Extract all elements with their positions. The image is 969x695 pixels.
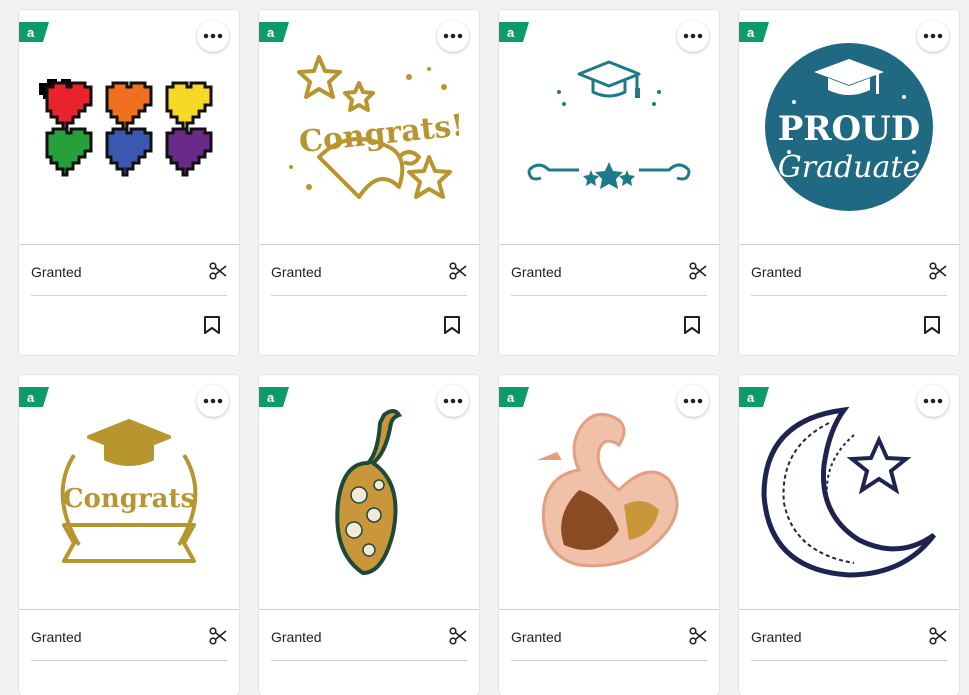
design-card[interactable]: a Granted: [499, 375, 719, 695]
access-a-icon: a: [739, 22, 769, 42]
card-divider: [259, 609, 479, 610]
access-label: Granted: [271, 629, 322, 645]
card-divider: [271, 660, 467, 661]
bookmark-icon[interactable]: [443, 315, 461, 335]
svg-text:a: a: [747, 390, 755, 405]
card-divider: [19, 244, 239, 245]
pixel-hearts-image: [39, 79, 213, 177]
card-divider: [19, 609, 239, 610]
more-icon: [923, 33, 943, 39]
scissors-icon: [689, 262, 707, 280]
card-divider: [271, 295, 467, 296]
access-a-icon: a: [259, 387, 289, 407]
svg-text:a: a: [747, 25, 755, 40]
design-grid: a Granted Congrats! a Granted a Granted …: [0, 0, 969, 695]
scissors-icon: [449, 262, 467, 280]
design-card[interactable]: Congrats a Granted: [19, 375, 239, 695]
congrats-stars-image: Congrats!: [289, 55, 459, 199]
more-options-button[interactable]: [917, 385, 949, 417]
design-card[interactable]: Congrats! a Granted: [259, 10, 479, 355]
access-label: Granted: [511, 264, 562, 280]
access-label: Granted: [751, 264, 802, 280]
access-label: Granted: [31, 264, 82, 280]
design-card[interactable]: a Granted: [259, 375, 479, 695]
more-options-button[interactable]: [437, 385, 469, 417]
card-divider: [751, 660, 947, 661]
proud-graduate-image: PROUD Graduate: [765, 43, 933, 211]
scissors-icon: [929, 262, 947, 280]
access-label: Granted: [511, 629, 562, 645]
access-label: Granted: [31, 629, 82, 645]
design-card[interactable]: a Granted: [499, 10, 719, 355]
card-divider: [499, 609, 719, 610]
svg-text:Congrats: Congrats: [63, 484, 195, 514]
bookmark-icon[interactable]: [203, 315, 221, 335]
card-divider: [499, 244, 719, 245]
card-divider: [31, 660, 227, 661]
access-label: Granted: [271, 264, 322, 280]
access-a-icon: a: [739, 387, 769, 407]
card-divider: [751, 295, 947, 296]
more-icon: [683, 33, 703, 39]
peacock-image: [335, 408, 403, 575]
design-card[interactable]: a Granted: [739, 375, 959, 695]
scissors-icon: [209, 627, 227, 645]
more-icon: [923, 398, 943, 404]
scissors-icon: [449, 627, 467, 645]
card-divider: [259, 244, 479, 245]
card-divider: [511, 295, 707, 296]
access-a-icon: a: [259, 22, 289, 42]
card-divider: [31, 295, 227, 296]
svg-text:Congrats!: Congrats!: [297, 108, 459, 160]
more-options-button[interactable]: [677, 20, 709, 52]
more-icon: [443, 33, 463, 39]
svg-text:a: a: [507, 390, 515, 405]
scissors-icon: [689, 627, 707, 645]
more-options-button[interactable]: [197, 20, 229, 52]
svg-text:a: a: [27, 390, 35, 405]
swan-image: [537, 412, 679, 567]
svg-text:Graduate: Graduate: [778, 150, 920, 185]
more-options-button[interactable]: [197, 385, 229, 417]
more-icon: [203, 398, 223, 404]
congrats-wreath-image: Congrats: [60, 418, 198, 563]
card-divider: [739, 609, 959, 610]
bookmark-icon[interactable]: [923, 315, 941, 335]
svg-text:PROUD: PROUD: [778, 109, 921, 149]
access-a-icon: a: [499, 387, 529, 407]
svg-text:a: a: [27, 25, 35, 40]
more-icon: [443, 398, 463, 404]
bookmark-icon[interactable]: [683, 315, 701, 335]
card-divider: [511, 660, 707, 661]
scissors-icon: [209, 262, 227, 280]
access-a-icon: a: [19, 22, 49, 42]
more-icon: [683, 398, 703, 404]
more-options-button[interactable]: [437, 20, 469, 52]
design-card[interactable]: PROUD Graduate a Granted: [739, 10, 959, 355]
access-label: Granted: [751, 629, 802, 645]
svg-text:a: a: [267, 25, 275, 40]
more-options-button[interactable]: [917, 20, 949, 52]
more-options-button[interactable]: [677, 385, 709, 417]
access-a-icon: a: [499, 22, 529, 42]
svg-text:a: a: [267, 390, 275, 405]
more-icon: [203, 33, 223, 39]
scissors-icon: [929, 627, 947, 645]
crescent-moon-image: [761, 406, 936, 578]
svg-text:a: a: [507, 25, 515, 40]
access-a-icon: a: [19, 387, 49, 407]
card-divider: [739, 244, 959, 245]
design-card[interactable]: a Granted: [19, 10, 239, 355]
graduation-cap-diplomas-image: [527, 60, 691, 189]
